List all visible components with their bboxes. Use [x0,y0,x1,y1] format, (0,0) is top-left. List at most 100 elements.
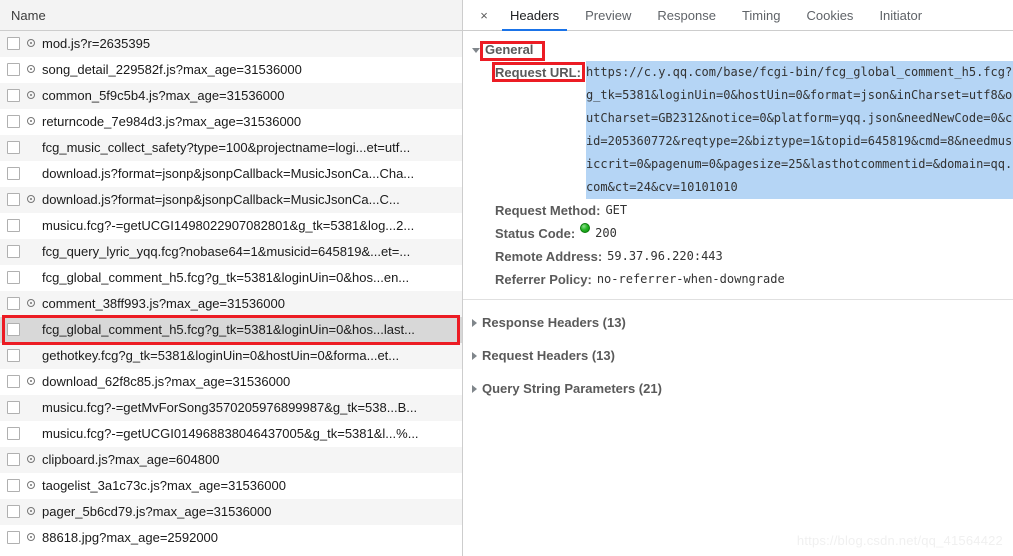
request-list-item[interactable]: gethotkey.fcg?g_tk=5381&loginUin=0&hostU… [0,343,462,369]
request-list-item[interactable]: musicu.fcg?-=getMvForSong357020597689998… [0,395,462,421]
referrer-policy-value: no-referrer-when-downgrade [596,272,785,286]
request-row-checkbox[interactable] [7,375,20,388]
request-row-checkbox[interactable] [7,193,20,206]
tab-response[interactable]: Response [644,0,729,30]
request-row-label: download.js?format=jsonp&jsonpCallback=M… [42,192,400,207]
blank-file-icon [26,272,38,284]
chevron-right-icon [472,319,477,327]
request-row-label: 88618.jpg?max_age=2592000 [42,530,219,545]
request-row-label: download_62f8c85.js?max_age=31536000 [42,374,291,389]
chevron-right-icon [472,385,477,393]
devtools-network-panel: Name mod.js?r=2635395 song_detail_229582f… [0,0,1013,556]
request-row-checkbox[interactable] [7,89,20,102]
request-row-label: fcg_query_lyric_yqq.fcg?nobase64=1&music… [42,244,411,259]
blank-file-icon [26,168,38,180]
tab-label: Timing [741,7,781,23]
status-code-row: Status Code: 200 [495,222,1013,245]
blank-file-icon [26,324,38,336]
request-row-label: musicu.fcg?-=getUCGI014968838046437005&g… [42,426,419,441]
request-row-checkbox[interactable] [7,349,20,362]
referrer-policy-key: Referrer Policy: [495,272,592,287]
request-row-label: fcg_global_comment_h5.fcg?g_tk=5381&logi… [42,322,415,337]
request-row-checkbox[interactable] [7,271,20,284]
request-list-panel: Name mod.js?r=2635395 song_detail_229582f… [0,0,463,556]
column-header-label: Name [11,7,46,23]
collapsed-section-label: Request Headers (13) [482,348,615,363]
request-row-checkbox[interactable] [7,479,20,492]
request-list-item[interactable]: comment_38ff993.js?max_age=31536000 [0,291,462,317]
request-row-checkbox[interactable] [7,531,20,544]
status-code-key: Status Code: [495,226,576,241]
request-method-value: GET [605,203,628,217]
status-ok-icon [580,223,591,233]
request-row-label: download.js?format=jsonp&jsonpCallback=M… [42,166,415,181]
tab-headers[interactable]: Headers [497,0,572,31]
request-row-checkbox[interactable] [7,115,20,128]
request-list-item[interactable]: returncode_7e984d3.js?max_age=31536000 [0,109,462,135]
request-list-item[interactable]: taogelist_3a1c73c.js?max_age=31536000 [0,473,462,499]
request-row-checkbox[interactable] [7,297,20,310]
collapsed-section-header[interactable]: Response Headers (13) [472,313,626,333]
request-method-key: Request Method: [495,203,601,218]
request-list-item[interactable]: fcg_query_lyric_yqq.fcg?nobase64=1&music… [0,239,462,265]
collapsed-sections: Response Headers (13) Request Headers (13… [472,313,1013,399]
request-row-label: taogelist_3a1c73c.js?max_age=31536000 [42,478,286,493]
request-row-label: musicu.fcg?-=getUCGI1498022907082801&g_t… [42,218,415,233]
request-row-label: gethotkey.fcg?g_tk=5381&loginUin=0&hostU… [42,348,400,363]
request-row-checkbox[interactable] [7,323,20,336]
status-code-value: 200 [595,226,617,240]
column-header-name[interactable]: Name [0,0,462,32]
js-file-icon [26,506,38,518]
blank-file-icon [26,142,38,154]
request-row-label: common_5f9c5b4.js?max_age=31536000 [42,88,285,103]
js-file-icon [26,376,38,388]
tab-label: Headers [510,7,560,23]
request-row-checkbox[interactable] [7,245,20,258]
headers-tab-content: General Request URL: https://c.y.qq.com/… [463,31,1013,399]
tab-preview[interactable]: Preview [572,0,644,30]
request-row-checkbox[interactable] [7,401,20,414]
request-url-value[interactable]: https://c.y.qq.com/base/fcgi-bin/fcg_glo… [585,61,1013,199]
request-list-item[interactable]: musicu.fcg?-=getUCGI014968838046437005&g… [0,421,462,447]
request-row-checkbox[interactable] [7,427,20,440]
request-list-item[interactable]: mod.js?r=2635395 [0,31,462,57]
request-row-label: mod.js?r=2635395 [42,36,151,51]
request-row-checkbox[interactable] [7,141,20,154]
tab-cookies[interactable]: Cookies [793,0,866,30]
request-list-item[interactable]: common_5f9c5b4.js?max_age=31536000 [0,83,462,109]
collapsed-section-label: Query String Parameters (21) [482,381,662,396]
request-list-item[interactable]: 88618.jpg?max_age=2592000 [0,525,462,551]
section-divider [463,299,1013,300]
request-list-item[interactable]: clipboard.js?max_age=604800 [0,447,462,473]
request-list-item[interactable]: fcg_global_comment_h5.fcg?g_tk=5381&logi… [0,317,462,343]
request-list-item[interactable]: musicu.fcg?-=getUCGI1498022907082801&g_t… [0,213,462,239]
remote-address-key: Remote Address: [495,249,603,264]
tab-timing[interactable]: Timing [729,0,794,30]
request-list[interactable]: mod.js?r=2635395 song_detail_229582f.js?m… [0,31,462,556]
close-icon[interactable]: × [471,0,497,30]
js-file-icon [26,38,38,50]
request-list-item[interactable]: download.js?format=jsonp&jsonpCallback=M… [0,161,462,187]
request-list-item[interactable]: download_62f8c85.js?max_age=31536000 [0,369,462,395]
request-list-item[interactable]: fcg_global_comment_h5.fcg?g_tk=5381&logi… [0,265,462,291]
request-url-row: Request URL: https://c.y.qq.com/base/fcg… [495,61,1013,199]
request-list-item[interactable]: pager_5b6cd79.js?max_age=31536000 [0,499,462,525]
watermark: https://blog.csdn.net/qq_41564422 [796,533,1003,548]
tab-initiator[interactable]: Initiator [866,0,935,30]
collapsed-section-header[interactable]: Request Headers (13) [472,346,615,366]
request-list-item[interactable]: fcg_music_collect_safety?type=100&projec… [0,135,462,161]
request-list-item[interactable]: download.js?format=jsonp&jsonpCallback=M… [0,187,462,213]
request-row-checkbox[interactable] [7,219,20,232]
details-tab-bar: × Headers Preview Response Timing Cookies Ini… [463,0,1013,31]
tab-label: Initiator [879,7,923,23]
request-row-checkbox[interactable] [7,63,20,76]
request-row-label: clipboard.js?max_age=604800 [42,452,220,467]
collapsed-section-header[interactable]: Query String Parameters (21) [472,379,662,399]
request-row-checkbox[interactable] [7,453,20,466]
tab-label: Preview [585,7,632,23]
request-row-checkbox[interactable] [7,37,20,50]
request-row-checkbox[interactable] [7,505,20,518]
general-section-header[interactable]: General [472,40,533,60]
request-row-checkbox[interactable] [7,167,20,180]
request-list-item[interactable]: song_detail_229582f.js?max_age=31536000 [0,57,462,83]
